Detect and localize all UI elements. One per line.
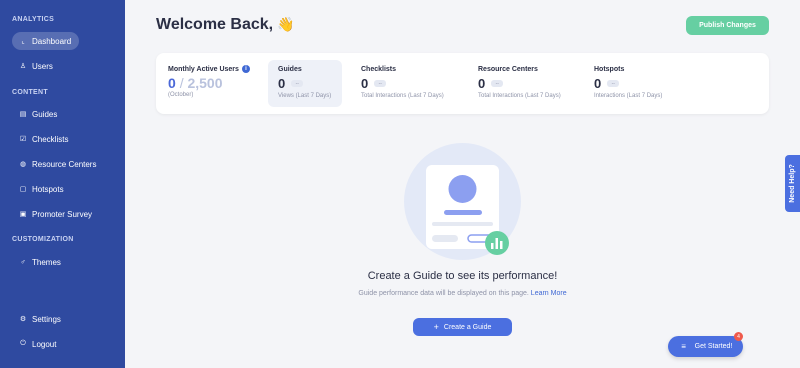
globe-icon: ◍ <box>19 161 27 168</box>
stat-value: 0 <box>594 76 602 91</box>
chart-icon: ⌞ <box>21 38 25 45</box>
stat-sub: Total Interactions (Last 7 Days) <box>478 93 561 99</box>
need-help-tab[interactable]: Need Help? <box>785 155 800 212</box>
stat-label: Resource Centers <box>478 66 538 73</box>
section-title-customization: CUSTOMIZATION <box>12 236 74 243</box>
mau-value-total: 2,500 <box>187 75 223 91</box>
create-guide-label: Create a Guide <box>443 323 492 331</box>
sidebar-item-logout[interactable]: ⏻ Logout <box>12 335 112 353</box>
checklist-icon: ☑ <box>19 136 27 143</box>
sidebar-item-label: Settings <box>32 314 61 324</box>
stat-sub: Views (Last 7 Days) <box>278 93 332 99</box>
create-guide-button[interactable]: + Create a Guide <box>413 318 512 336</box>
empty-state-description: Guide performance data will be displayed… <box>0 290 800 297</box>
wave-emoji-icon: 👋 <box>277 16 295 32</box>
sidebar-item-label: Guides <box>32 109 58 119</box>
stat-delta-badge: -- <box>374 80 387 87</box>
sidebar-item-dashboard[interactable]: ⌞ Dashboard <box>12 32 79 50</box>
stat-guides[interactable]: Guides 0 -- Views (Last 7 Days) <box>268 60 342 107</box>
empty-state-description-text: Guide performance data will be displayed… <box>358 290 529 297</box>
stat-row: 0 -- <box>278 76 332 91</box>
stat-resource-centers[interactable]: Resource Centers 0 -- Total Interactions… <box>468 60 578 107</box>
user-icon: ♙ <box>19 63 27 70</box>
hotspot-icon: ▢ <box>19 186 27 193</box>
theme-icon: ♂ <box>20 258 26 266</box>
mau-label-row: Monthly Active Users i <box>168 65 250 73</box>
stat-sub: Interactions (Last 7 Days) <box>594 93 663 99</box>
get-started-label: Get Started! <box>694 343 733 350</box>
mau-value-current: 0 <box>168 75 176 91</box>
sidebar-item-label: Promoter Survey <box>32 209 93 219</box>
sidebar-item-promoter-survey[interactable]: ▣ Promoter Survey <box>12 205 117 223</box>
sidebar-item-settings[interactable]: ⚙ Settings <box>12 310 112 328</box>
sidebar-item-users[interactable]: ♙ Users <box>12 57 79 75</box>
stat-hotspots[interactable]: Hotspots 0 -- Interactions (Last 7 Days) <box>584 60 684 107</box>
survey-icon: ▣ <box>19 211 27 218</box>
sidebar-item-label: Resource Centers <box>32 159 97 169</box>
sidebar-item-label: Themes <box>32 257 61 267</box>
section-title-analytics: ANALYTICS <box>12 16 55 23</box>
stat-row: 0 -- <box>361 76 451 91</box>
stat-label: Checklists <box>361 66 397 73</box>
logout-icon: ⏻ <box>20 340 26 347</box>
page-title: Welcome Back, 👋 <box>156 16 295 34</box>
stats-card: Monthly Active Users i 0 / 2,500 (Octobe… <box>156 53 769 114</box>
stat-delta-badge: -- <box>607 80 620 87</box>
sidebar-item-themes[interactable]: ♂ Themes <box>12 253 112 271</box>
page-title-text: Welcome Back, <box>156 16 274 33</box>
empty-state-title: Create a Guide to see its performance! <box>367 270 558 282</box>
sidebar-item-label: Logout <box>32 339 57 349</box>
notification-badge: 4 <box>734 332 743 341</box>
stat-label: Hotspots <box>594 66 625 73</box>
stat-value: 0 <box>478 76 486 91</box>
stat-sub: Total Interactions (Last 7 Days) <box>361 93 444 99</box>
stat-row: 0 -- <box>594 76 674 91</box>
sidebar-item-guides[interactable]: ▤ Guides <box>12 105 112 123</box>
learn-more-link[interactable]: Learn More <box>531 290 567 297</box>
need-help-label: Need Help? <box>789 164 797 203</box>
get-started-button[interactable]: ≡ Get Started! 4 <box>668 332 743 357</box>
sidebar-item-label: Hotspots <box>32 184 64 194</box>
sidebar-item-label: Checklists <box>32 134 69 144</box>
sidebar-item-label: Dashboard <box>32 36 72 46</box>
plus-icon: + <box>433 322 439 332</box>
mau-value-separator: / <box>179 75 184 91</box>
stat-label: Guides <box>278 66 302 73</box>
sidebar-item-checklists[interactable]: ☑ Checklists <box>12 130 112 148</box>
mau-value: 0 / 2,500 <box>168 75 250 91</box>
stat-delta-badge: -- <box>291 80 304 87</box>
stat-value: 0 <box>361 76 369 91</box>
sidebar-item-label: Users <box>32 61 53 71</box>
sidebar-item-hotspots[interactable]: ▢ Hotspots <box>12 180 112 198</box>
sidebar: ANALYTICS ⌞ Dashboard ♙ Users CONTENT ▤ … <box>0 0 125 368</box>
stat-delta-badge: -- <box>491 80 504 87</box>
stat-value: 0 <box>278 76 286 91</box>
gear-icon: ⚙ <box>19 316 27 323</box>
publish-changes-button[interactable]: Publish Changes <box>686 16 769 35</box>
sidebar-item-resource-centers[interactable]: ◍ Resource Centers <box>12 155 117 173</box>
guide-icon: ▤ <box>19 111 27 118</box>
info-icon[interactable]: i <box>241 65 250 73</box>
guide-illustration <box>404 143 521 260</box>
stat-checklists[interactable]: Checklists 0 -- Total Interactions (Last… <box>351 60 461 107</box>
mau-period: (October) <box>168 92 194 98</box>
section-title-content: CONTENT <box>12 89 48 96</box>
mau-stat: Monthly Active Users i 0 / 2,500 (Octobe… <box>168 65 250 98</box>
checklist-launcher-icon: ≡ <box>681 342 686 351</box>
mau-label: Monthly Active Users <box>168 65 239 73</box>
stat-row: 0 -- <box>478 76 568 91</box>
